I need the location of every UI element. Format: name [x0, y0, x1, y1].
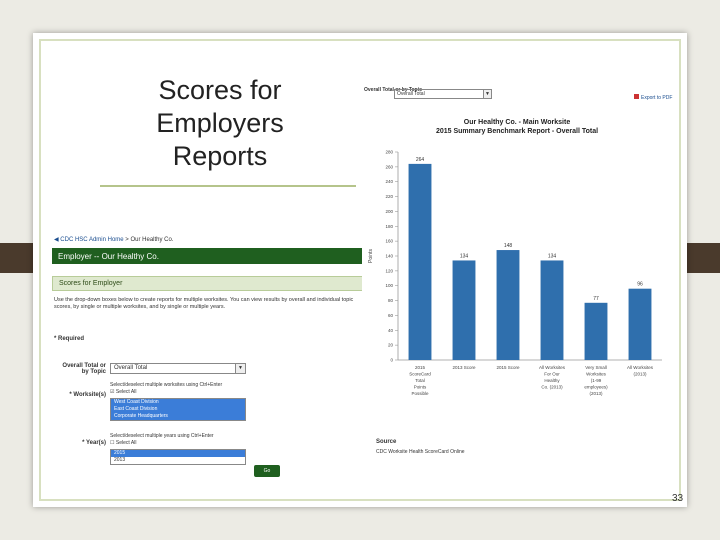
source-text: CDC Worksite Health ScoreCard Online	[376, 449, 465, 455]
worksite-select-all-label: Select All	[115, 389, 137, 395]
slide-title-line: Reports	[172, 141, 268, 171]
y-tick-label: 220	[385, 194, 393, 199]
y-tick-label: 180	[385, 224, 393, 229]
x-tick-label: All Worksites	[627, 365, 654, 370]
bar-value-label: 264	[416, 157, 425, 163]
list-item[interactable]: 2015	[111, 450, 245, 457]
checkbox-icon[interactable]: ☑	[110, 389, 114, 395]
y-tick-label: 60	[388, 313, 394, 318]
y-tick-label: 280	[385, 150, 393, 155]
overall-field-label: Overall Total or by Topic	[62, 363, 106, 375]
bar-value-label: 96	[637, 282, 643, 288]
y-tick-label: 100	[385, 283, 393, 288]
x-tick-label: (1-99	[591, 378, 602, 383]
benchmark-bar-chart: 0 20 40 60 80 100 120 140 160 180 200 220 240 260 280 P…	[368, 150, 662, 396]
admin-screenshot: ◀ CDC HSC Admin Home > Our Healthy Co. E…	[50, 232, 370, 490]
chart-bar	[540, 260, 564, 360]
slide-number: 33	[672, 493, 684, 504]
list-item[interactable]: Corporate Headquarters	[111, 413, 245, 420]
x-tick-label: 2015	[415, 365, 426, 370]
x-tick-label: Worksites	[586, 372, 606, 377]
checkbox-icon[interactable]: ☐	[110, 440, 114, 446]
overall-select[interactable]: Overall Total ▼	[110, 363, 246, 374]
bar-value-label: 134	[460, 253, 469, 259]
slide-title: Scores for Employers Reports	[100, 74, 340, 173]
y-tick-label: 260	[385, 164, 393, 169]
list-item[interactable]: 2013	[111, 457, 245, 464]
chart-bar	[584, 302, 608, 360]
instructions-text: Use the drop-down boxes below to create …	[54, 297, 354, 310]
slide-title-line: Employers	[156, 108, 284, 138]
x-tick-label: 2015 Score	[496, 365, 520, 370]
chart-bar	[408, 163, 432, 360]
x-tick-label: (2013)	[589, 391, 603, 396]
x-tick-label: (2013)	[633, 372, 647, 377]
y-tick-label: 240	[385, 179, 393, 184]
bar-value-label: 134	[548, 253, 557, 259]
y-tick-label: 20	[388, 343, 394, 348]
x-tick-label: 2013 Score	[452, 365, 476, 370]
worksite-select-all[interactable]: ☑ Select All	[110, 389, 136, 395]
employer-header: Employer -- Our Healthy Co.	[52, 248, 368, 264]
year-listbox[interactable]: 2015 2013	[110, 449, 246, 465]
y-tick-label: 0	[390, 358, 393, 363]
year-hint: Select/deselect multiple years using Ctr…	[110, 433, 214, 439]
year-select-all-label: Select All	[115, 440, 137, 446]
x-tick-label: For Our	[544, 372, 560, 377]
x-tick-label: Very Small	[585, 365, 607, 370]
breadcrumb: ◀ CDC HSC Admin Home > Our Healthy Co.	[54, 236, 174, 243]
y-tick-label: 160	[385, 239, 393, 244]
x-tick-label: All Worksites	[539, 365, 566, 370]
year-select-all[interactable]: ☐ Select All	[110, 440, 136, 446]
required-note: * Required	[54, 336, 85, 342]
x-tick-label: Possible	[411, 391, 429, 396]
scores-subheader: Scores for Employer	[52, 276, 368, 291]
x-tick-label: Healthy	[544, 378, 560, 383]
bar-value-label: 148	[504, 243, 513, 249]
x-tick-label: ScoreCard	[409, 372, 431, 377]
year-field-label: * Year(s)	[82, 440, 106, 446]
go-button[interactable]: Go	[254, 465, 280, 477]
source-label: Source	[376, 439, 397, 445]
report-screenshot: Overall Total or by Topic Overall Total …	[362, 82, 674, 488]
chevron-down-icon: ▼	[235, 364, 245, 373]
y-tick-label: 140	[385, 254, 393, 259]
overall-select-value: Overall Total	[114, 365, 148, 371]
x-tick-label: Points	[414, 385, 427, 390]
chart-bar	[452, 260, 476, 360]
list-item[interactable]: East Coast Division	[111, 406, 245, 413]
chart-bar	[628, 288, 652, 360]
y-axis-label: Points	[368, 249, 374, 263]
title-underline	[100, 185, 356, 187]
list-item[interactable]: West Coast Division	[111, 399, 245, 406]
breadcrumb-admin-home-link[interactable]: ◀ CDC HSC Admin Home	[54, 237, 124, 243]
worksite-hint: Select/deselect multiple worksites using…	[110, 382, 223, 388]
bar-value-label: 77	[593, 296, 599, 302]
y-tick-label: 40	[388, 328, 394, 333]
x-tick-label: employees)	[584, 385, 608, 390]
x-tick-label: Co. (2013)	[541, 385, 563, 390]
slide-title-line: Scores for	[158, 75, 282, 105]
y-tick-label: 80	[388, 298, 394, 303]
worksite-field-label: * Worksite(s)	[69, 392, 106, 398]
breadcrumb-current: Our Healthy Co.	[130, 237, 174, 243]
y-tick-label: 120	[385, 268, 393, 273]
worksite-listbox[interactable]: West Coast Division East Coast Division …	[110, 398, 246, 421]
x-tick-label: Total	[415, 378, 425, 383]
chart-bar	[496, 250, 520, 360]
y-tick-label: 200	[385, 209, 393, 214]
